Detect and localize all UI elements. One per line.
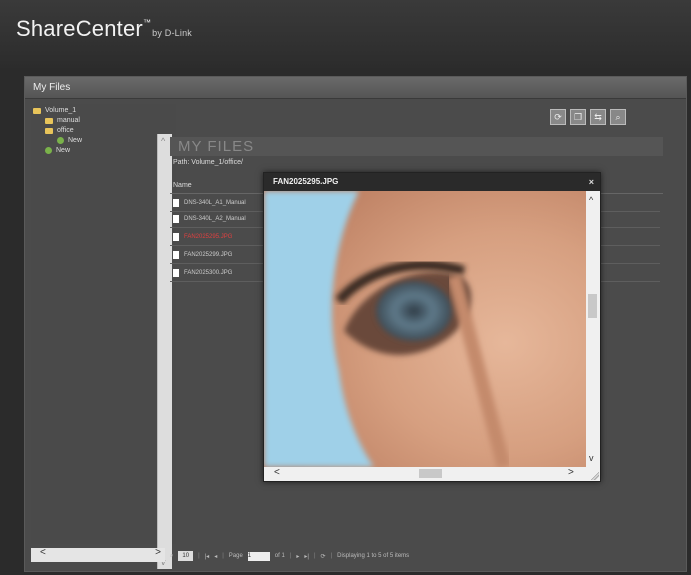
file-name: DNS-340L_A2_Manual — [184, 216, 246, 222]
dialog-vertical-scrollbar[interactable]: ^ v — [586, 191, 600, 467]
trademark-symbol: ™ — [142, 18, 152, 27]
file-name: FAN2025295.JPG — [184, 234, 233, 240]
page-label: Page — [228, 553, 243, 559]
tree-item-label: office — [57, 127, 74, 134]
separator: | — [313, 553, 316, 559]
separator: | — [330, 553, 333, 559]
tree-item-label: Volume_1 — [45, 107, 77, 114]
file-name: FAN2025300.JPG — [184, 270, 233, 276]
move-icon[interactable]: ⇆ — [590, 109, 606, 125]
current-path: Path: Volume_1/office/ — [173, 159, 243, 166]
tree-item-new[interactable]: New — [45, 147, 70, 154]
folder-tree: Volume_1 manual office New New ^ v — [31, 104, 176, 569]
scroll-thumb[interactable] — [419, 469, 442, 478]
page-size-select[interactable]: 10 — [178, 551, 194, 561]
panel-title: My Files — [25, 77, 686, 99]
separator: | — [222, 553, 224, 559]
sharecenter-logo: ShareCenter™by D-Link — [16, 16, 192, 42]
image-preview-dialog[interactable]: FAN2025295.JPG × ^ v < > — [263, 172, 601, 482]
tree-item-office[interactable]: office — [45, 127, 74, 134]
display-status: Displaying 1 to 5 of 5 items — [337, 553, 410, 559]
search-icon[interactable]: ⌕ — [610, 109, 626, 125]
page-of-label: of 1 — [274, 553, 285, 559]
scroll-down-arrow-icon[interactable]: v — [589, 453, 594, 463]
scroll-up-arrow-icon[interactable]: ^ — [161, 136, 165, 146]
first-page-icon[interactable]: |◂ — [205, 553, 210, 560]
file-icon — [173, 251, 179, 259]
scroll-right-arrow-icon[interactable]: > — [155, 547, 161, 558]
tree-item-label: New — [56, 147, 71, 154]
file-icon — [173, 269, 179, 277]
dialog-title-bar[interactable]: FAN2025295.JPG × — [264, 173, 600, 191]
resize-grip-icon[interactable] — [591, 472, 599, 480]
search-icon[interactable]: ⌕ — [170, 553, 173, 560]
dialog-title: FAN2025295.JPG — [273, 177, 339, 186]
scroll-up-arrow-icon[interactable]: ^ — [589, 195, 593, 205]
file-icon — [173, 199, 179, 207]
new-folder-icon — [45, 147, 52, 154]
tree-item-manual[interactable]: manual — [45, 117, 80, 124]
refresh-icon[interactable]: ⟳ — [550, 109, 566, 125]
pagination-bar: ⌕ 10 | |◂ ◂ | Page 1 of 1 | ▸ ▸| | ⟳ | D… — [170, 549, 670, 563]
refresh-icon[interactable]: ⟳ — [321, 553, 326, 560]
app-header: ShareCenter™by D-Link — [0, 0, 691, 68]
tree-item-label: manual — [57, 117, 80, 124]
folder-icon — [45, 117, 53, 124]
folder-icon — [33, 107, 41, 114]
last-page-icon[interactable]: ▸| — [304, 553, 309, 560]
dialog-horizontal-scrollbar[interactable]: < > — [264, 467, 600, 481]
tree-horizontal-scrollbar[interactable]: < > — [31, 547, 165, 562]
eye-closeup-photo — [264, 191, 586, 467]
page-number-input[interactable]: 1 — [247, 551, 270, 561]
tree-item-volume-1[interactable]: Volume_1 — [33, 107, 76, 114]
file-icon — [173, 215, 179, 223]
tree-item-label: New — [68, 137, 83, 144]
brand-byline: by D-Link — [152, 28, 192, 38]
file-name: FAN2025299.JPG — [184, 252, 233, 258]
scroll-left-arrow-icon[interactable]: < — [40, 547, 46, 558]
prev-page-icon[interactable]: ◂ — [214, 553, 217, 560]
new-folder-icon — [57, 137, 64, 144]
close-icon[interactable]: × — [589, 173, 594, 191]
separator: | — [198, 553, 200, 559]
file-icon — [173, 233, 179, 241]
scroll-right-arrow-icon[interactable]: > — [568, 467, 574, 478]
brand-name: ShareCenter — [16, 16, 143, 41]
scroll-thumb[interactable] — [588, 294, 597, 318]
separator: | — [289, 553, 292, 559]
file-name: DNS-340L_A1_Manual — [184, 200, 246, 206]
preview-image — [264, 191, 586, 467]
folder-icon — [45, 127, 53, 134]
page-heading: MY FILES — [170, 137, 663, 156]
next-page-icon[interactable]: ▸ — [296, 553, 299, 560]
scroll-left-arrow-icon[interactable]: < — [274, 467, 280, 478]
tree-item-new-sub[interactable]: New — [57, 137, 82, 144]
copy-icon[interactable]: ❐ — [570, 109, 586, 125]
